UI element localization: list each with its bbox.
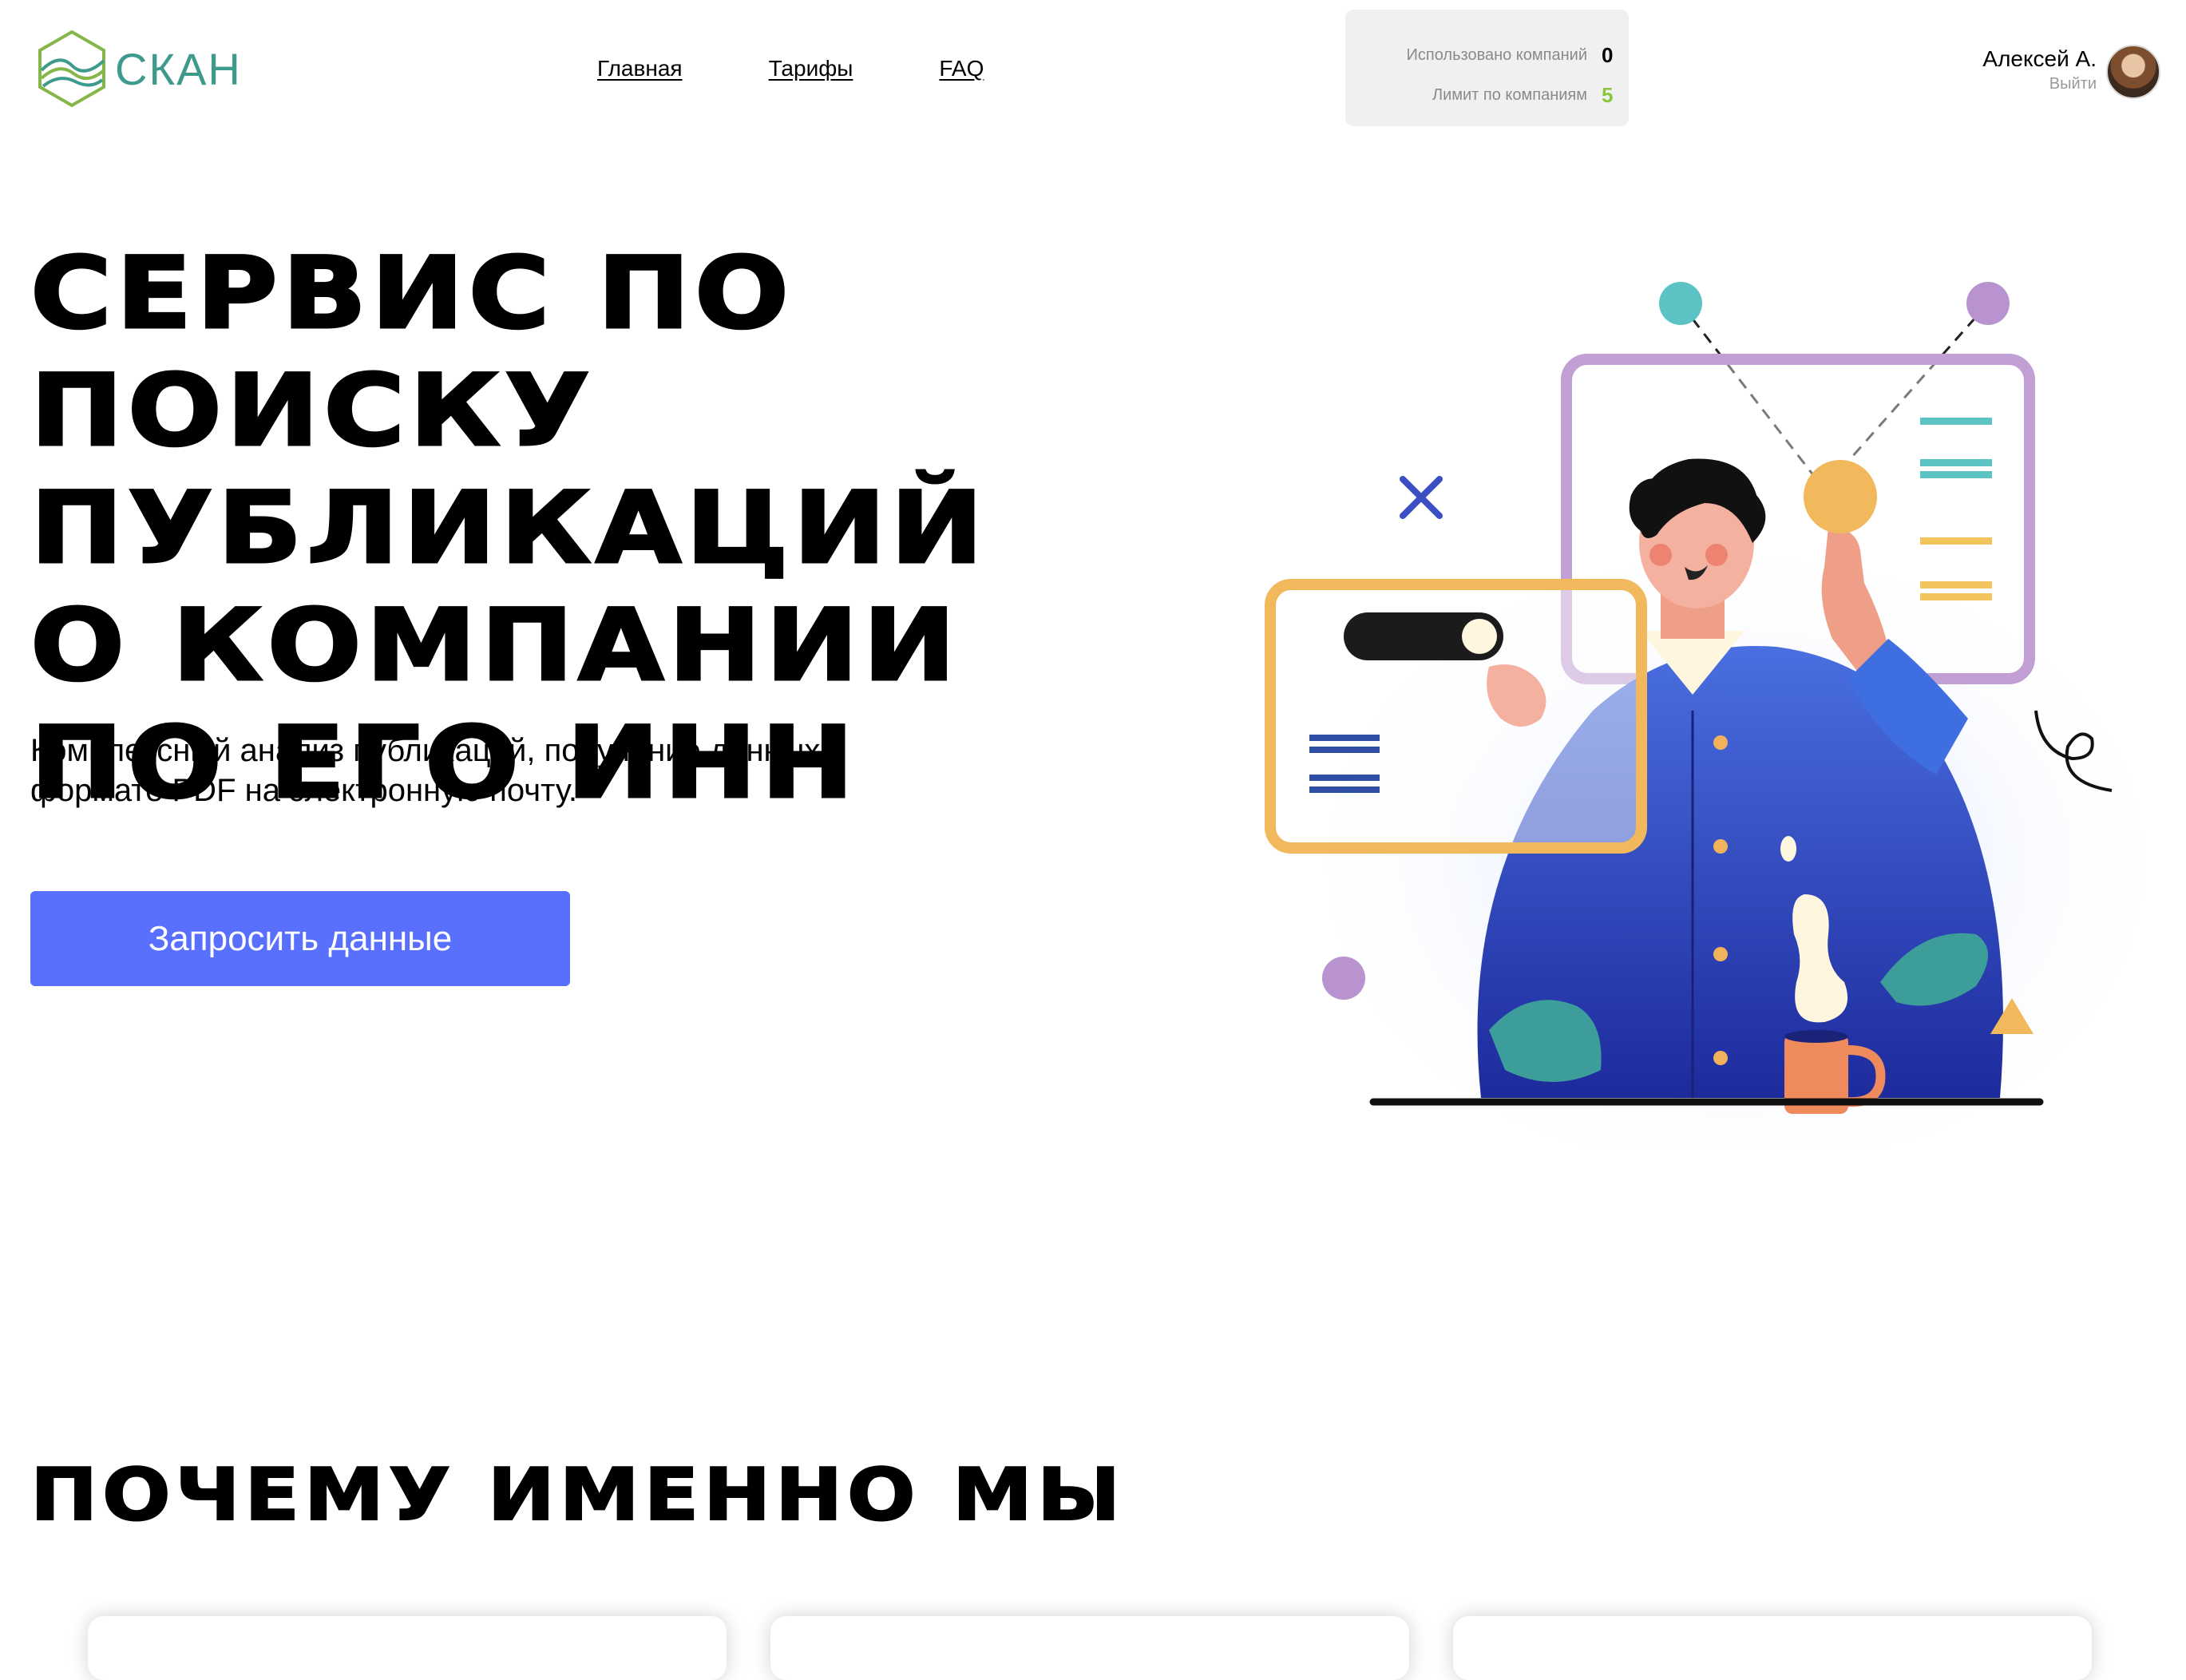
user-panel: Алексей А. Выйти	[1982, 45, 2160, 99]
logout-link[interactable]: Выйти	[1982, 75, 2097, 93]
main-nav: Главная Тарифы FAQ	[597, 56, 984, 81]
user-name: Алексей А.	[1982, 46, 2097, 71]
stat-limit-label: Лимит по компаниям	[1432, 86, 1587, 104]
request-data-button[interactable]: Запросить данные	[30, 891, 570, 986]
stat-company-limit: Лимит по компаниям 5	[1432, 83, 1614, 107]
hero-title-line-3: О КОМПАНИИ	[29, 588, 960, 705]
feature-card	[88, 1616, 727, 1680]
feature-card	[770, 1616, 1409, 1680]
hero-illustration	[1265, 282, 2168, 1150]
nav-link-home[interactable]: Главная	[597, 56, 683, 81]
hero-subtitle: Комплексный анализ публикаций, получение…	[30, 733, 846, 808]
why-us-heading: ПОЧЕМУ ИМЕННО МЫ	[30, 1452, 1125, 1538]
logo[interactable]: СКАН	[35, 29, 242, 109]
stat-used-companies: Использовано компаний 0	[1406, 43, 1614, 67]
stat-limit-value: 5	[1602, 83, 1614, 107]
avatar[interactable]	[2106, 45, 2160, 99]
stat-used-label: Использовано компаний	[1406, 46, 1587, 64]
stat-used-value: 0	[1602, 43, 1614, 67]
hero-title-line-2: ПУБЛИКАЦИЙ	[29, 470, 988, 588]
nav-link-tariffs[interactable]: Тарифы	[769, 56, 853, 81]
logo-icon	[38, 30, 105, 108]
user-info: Алексей А. Выйти	[1982, 46, 2097, 93]
feature-card	[1453, 1616, 2092, 1680]
hero-title-line-1: СЕРВИС ПО ПОИСКУ	[29, 236, 794, 470]
logo-text: СКАН	[115, 43, 242, 94]
nav-link-faq[interactable]: FAQ	[939, 56, 984, 81]
usage-stats-panel: Использовано компаний 0 Лимит по компани…	[1345, 10, 1629, 126]
